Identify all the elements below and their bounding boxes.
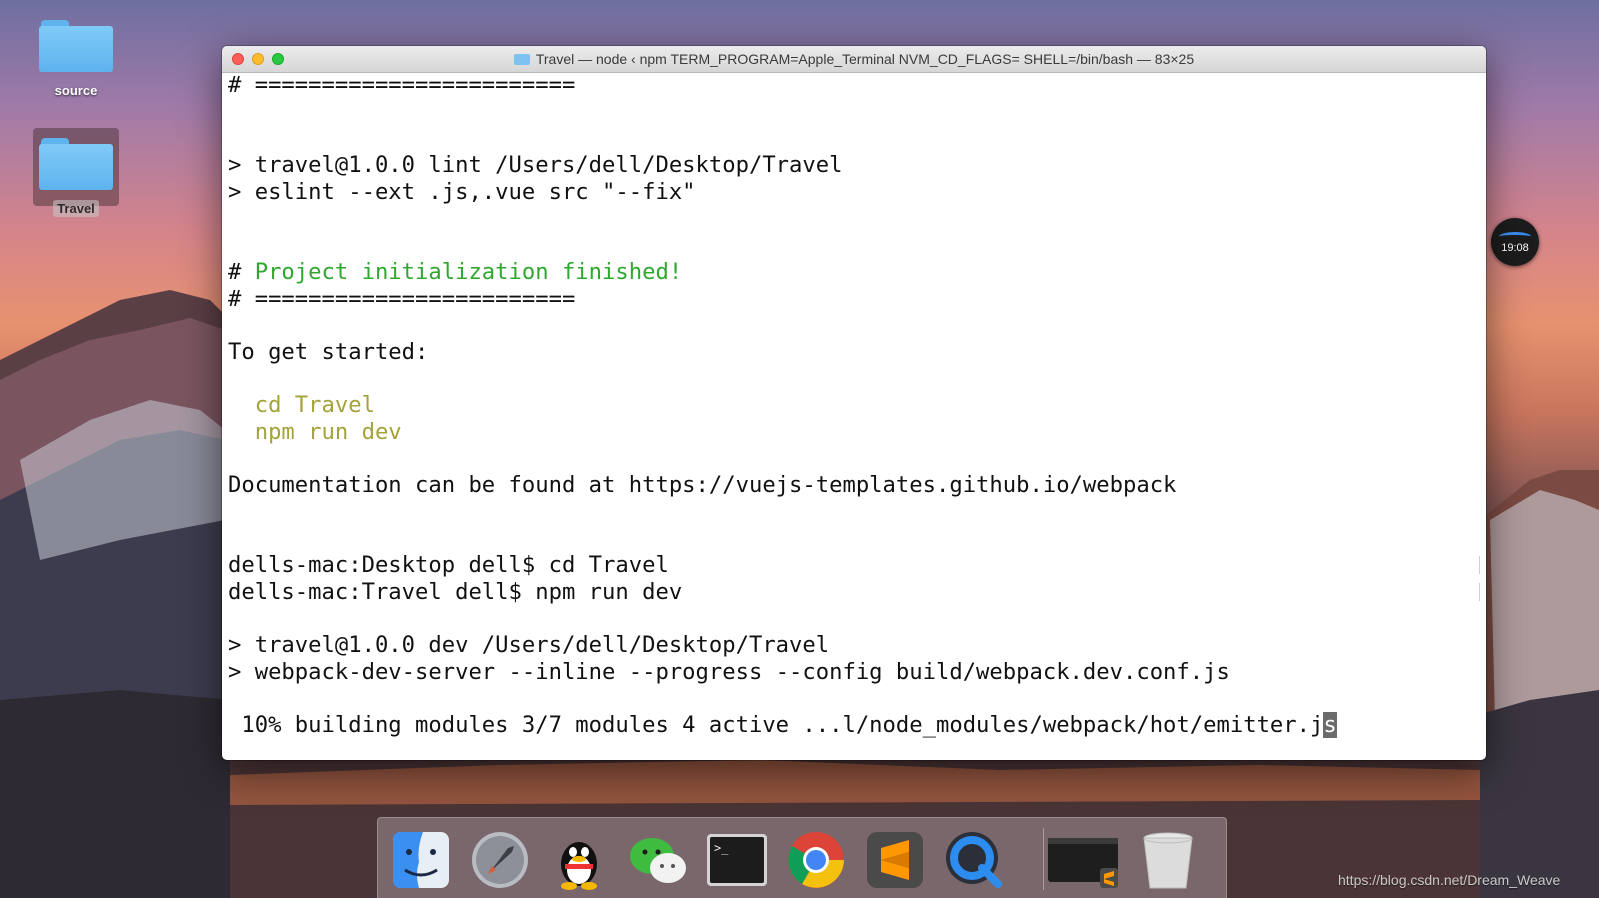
- terminal-window-icon: [1048, 838, 1118, 888]
- svg-text:>_: >_: [714, 841, 729, 855]
- window-title: Travel — node ‹ npm TERM_PROGRAM=Apple_T…: [222, 51, 1486, 67]
- terminal-line: Documentation can be found at https://vu…: [228, 472, 1177, 498]
- dock-item-wechat[interactable]: [626, 828, 690, 892]
- wave-icon: [1499, 232, 1531, 241]
- dock-item-terminal-window[interactable]: [1046, 828, 1122, 892]
- window-titlebar[interactable]: Travel — node ‹ npm TERM_PROGRAM=Apple_T…: [222, 46, 1486, 73]
- dock-item-sublime-text[interactable]: [863, 828, 927, 892]
- dock-item-launchpad[interactable]: [468, 828, 532, 892]
- trash-icon: [1143, 832, 1193, 889]
- dock: >_: [377, 817, 1227, 898]
- text-cursor: s: [1323, 712, 1337, 738]
- dock-item-chrome[interactable]: [784, 828, 848, 892]
- watermark-text: https://blog.csdn.net/Dream_Weave: [1338, 872, 1561, 888]
- scroll-marker: [1476, 583, 1480, 601]
- progress-text: 10% building modules 3/7 modules 4 activ…: [228, 712, 1324, 738]
- finder-icon: [393, 832, 449, 888]
- desktop-folder-label: source: [54, 83, 98, 98]
- terminal-icon: >_: [707, 834, 767, 886]
- dock-item-quicktime[interactable]: [942, 828, 1006, 892]
- dock-item-qq[interactable]: [547, 828, 611, 892]
- desktop-folder-source[interactable]: source: [31, 20, 121, 100]
- clock-widget[interactable]: 19:08: [1491, 218, 1539, 266]
- chrome-icon: [788, 832, 844, 888]
- scroll-marker: [1476, 556, 1480, 574]
- folder-icon: [39, 20, 113, 72]
- folder-icon: [513, 54, 530, 65]
- launchpad-icon: [472, 832, 528, 888]
- prompt-line: dells-mac:Travel dell$ npm run dev: [228, 579, 683, 605]
- sublime-text-icon: [867, 832, 923, 888]
- dock-item-terminal[interactable]: >_: [705, 828, 769, 892]
- folder-icon: [39, 138, 113, 190]
- desktop-folder-label: Travel: [53, 200, 99, 217]
- success-message: Project initialization finished!: [254, 259, 683, 285]
- wechat-icon: [630, 838, 686, 883]
- terminal-line: # Project initialization finished!: [228, 259, 682, 285]
- terminal-window[interactable]: Travel — node ‹ npm TERM_PROGRAM=Apple_T…: [222, 46, 1486, 760]
- dock-item-trash[interactable]: [1136, 828, 1200, 892]
- terminal-line: # ========================: [228, 72, 576, 98]
- line-prefix: #: [228, 259, 255, 285]
- window-title-text: Travel — node ‹ npm TERM_PROGRAM=Apple_T…: [535, 51, 1195, 67]
- clock-time: 19:08: [1501, 242, 1529, 254]
- quicktime-icon: [946, 832, 1002, 888]
- desktop-folder-travel[interactable]: Travel: [31, 138, 121, 218]
- terminal-output[interactable]: # ======================== > travel@1.0.…: [228, 72, 1480, 760]
- terminal-line: > webpack-dev-server --inline --progress…: [228, 659, 1230, 685]
- dock-separator: [1043, 828, 1044, 890]
- command-hint: cd Travel: [228, 392, 375, 418]
- terminal-line: > travel@1.0.0 dev /Users/dell/Desktop/T…: [228, 632, 830, 658]
- dock-item-finder[interactable]: [389, 828, 453, 892]
- command-hint: npm run dev: [228, 419, 402, 445]
- progress-line: 10% building modules 3/7 modules 4 activ…: [228, 712, 1337, 738]
- prompt-line: dells-mac:Desktop dell$ cd Travel: [228, 552, 669, 578]
- terminal-line: To get started:: [228, 339, 429, 365]
- terminal-line: > eslint --ext .js,.vue src "--fix": [228, 179, 696, 205]
- qq-icon: [561, 842, 597, 890]
- terminal-line: # ========================: [228, 286, 576, 312]
- terminal-line: > travel@1.0.0 lint /Users/dell/Desktop/…: [228, 152, 843, 178]
- desktop: source Travel 19:08 Travel — node ‹ npm …: [0, 0, 1599, 898]
